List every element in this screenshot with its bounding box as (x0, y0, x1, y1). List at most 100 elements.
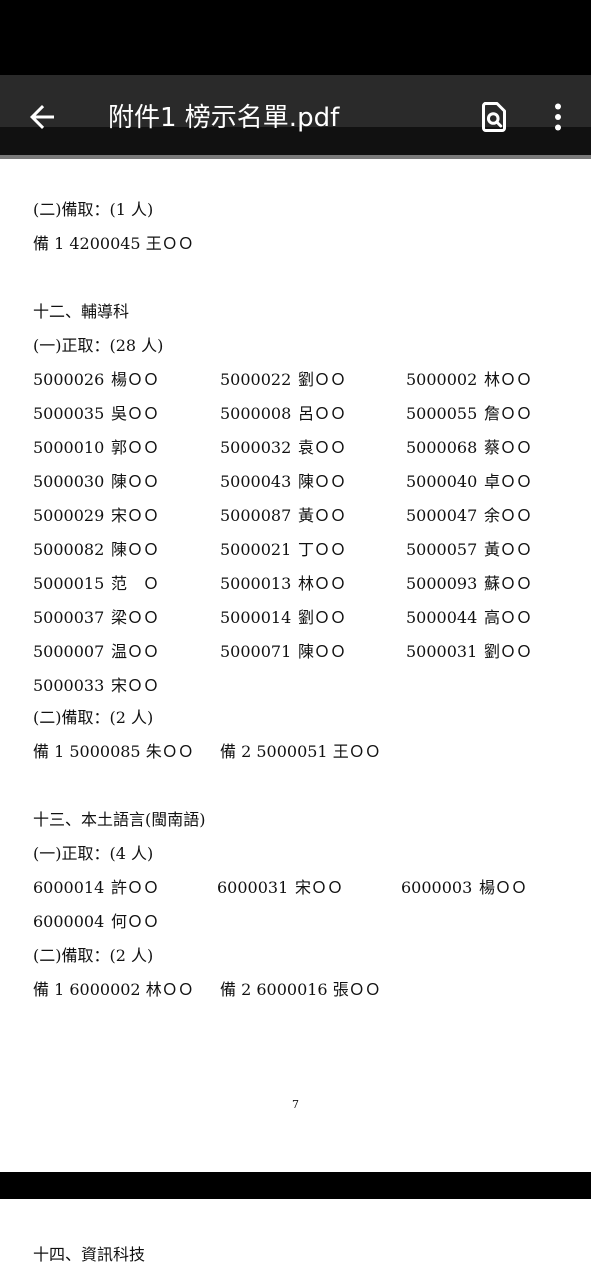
status-bar (0, 0, 591, 75)
admit-entry: 5000029 宋ＯＯ (33, 506, 159, 526)
admit-entry: 5000032 袁ＯＯ (220, 438, 346, 458)
entry-name: 詹ＯＯ (484, 404, 533, 423)
entry-name: 温ＯＯ (111, 642, 160, 661)
entry-id: 6000031 (217, 878, 289, 897)
entry-id: 5000047 (406, 506, 478, 525)
entry-id: 5000071 (220, 642, 292, 661)
pdf-page-7[interactable]: (二)備取：(1 人) 備 1 4200045 王ＯＯ 十二、輔導科 (一)正取… (0, 159, 591, 1172)
backup-entry: 備 2 5000051 王ＯＯ (220, 742, 381, 761)
section-heading: 十四、資訊科技 (33, 1245, 146, 1264)
entry-name: 卓ＯＯ (484, 472, 533, 491)
entry-name: 宋ＯＯ (111, 676, 160, 695)
entry-name: 林ＯＯ (484, 370, 533, 389)
entry-name: 陳ＯＯ (298, 642, 347, 661)
entry-id: 5000037 (33, 608, 105, 627)
more-vert-icon (555, 103, 561, 131)
entry-name: 袁ＯＯ (298, 438, 347, 457)
app-bar: 附件1 榜示名單.pdf (0, 75, 591, 155)
admit-entry: 5000002 林ＯＯ (406, 370, 532, 390)
entry-name: 陳ＯＯ (111, 540, 160, 559)
entry-name: 黃ＯＯ (298, 506, 347, 525)
entry-name: 陳ＯＯ (298, 472, 347, 491)
search-in-document-button[interactable] (476, 99, 512, 135)
section-heading: 十二、輔導科 (33, 302, 130, 321)
entry-id: 5000035 (33, 404, 105, 423)
entry-id: 5000002 (406, 370, 478, 389)
entry-name: 陳ＯＯ (111, 472, 160, 491)
admit-entry: 5000071 陳ＯＯ (220, 642, 346, 662)
entry-id: 5000055 (406, 404, 478, 423)
backup-heading: (二)備取：(1 人) (33, 200, 154, 219)
page-number: 7 (292, 1098, 299, 1111)
entry-name: 許ＯＯ (111, 878, 160, 897)
entry-id: 5000040 (406, 472, 478, 491)
admit-heading: (一)正取：(4 人) (33, 844, 154, 863)
admit-entry: 5000007 温ＯＯ (33, 642, 159, 662)
entry-id: 5000029 (33, 506, 105, 525)
admit-entry: 6000014 許ＯＯ (33, 878, 159, 898)
page-separator (0, 1172, 591, 1199)
entry-id: 5000082 (33, 540, 105, 559)
entry-id: 5000044 (406, 608, 478, 627)
entry-name: 楊ＯＯ (479, 878, 528, 897)
entry-id: 5000087 (220, 506, 292, 525)
entry-id: 6000014 (33, 878, 105, 897)
entry-id: 5000026 (33, 370, 105, 389)
admit-entry: 5000047 余ＯＯ (406, 506, 532, 526)
entry-id: 5000007 (33, 642, 105, 661)
admit-entry: 5000010 郭ＯＯ (33, 438, 159, 458)
admit-entry: 5000031 劉ＯＯ (406, 642, 532, 662)
entry-name: 劉ＯＯ (298, 608, 347, 627)
entry-id: 5000010 (33, 438, 105, 457)
entry-name: 高ＯＯ (484, 608, 533, 627)
search-in-document-icon (482, 102, 506, 132)
entry-id: 5000093 (406, 574, 478, 593)
entry-name: 梁ＯＯ (111, 608, 160, 627)
admit-entry: 5000013 林ＯＯ (220, 574, 346, 594)
entry-id: 5000043 (220, 472, 292, 491)
admit-entry: 5000021 丁ＯＯ (220, 540, 346, 560)
entry-id: 5000008 (220, 404, 292, 423)
admit-entry: 5000033 宋ＯＯ (33, 676, 159, 696)
entry-name: 范 Ｏ (111, 574, 160, 593)
backup-heading: (二)備取：(2 人) (33, 708, 154, 727)
backup-entry: 備 1 5000085 朱ＯＯ (33, 742, 194, 761)
admit-entry: 5000022 劉ＯＯ (220, 370, 346, 390)
entry-name: 余ＯＯ (484, 506, 533, 525)
admit-entry: 5000008 呂ＯＯ (220, 404, 346, 424)
admit-entry: 5000082 陳ＯＯ (33, 540, 159, 560)
entry-id: 5000030 (33, 472, 105, 491)
entry-name: 宋ＯＯ (111, 506, 160, 525)
document-title: 附件1 榜示名單.pdf (108, 103, 340, 133)
more-options-button[interactable] (540, 99, 576, 135)
admit-entry: 5000030 陳ＯＯ (33, 472, 159, 492)
admit-entry: 5000093 蘇ＯＯ (406, 574, 532, 594)
admit-entry: 5000043 陳ＯＯ (220, 472, 346, 492)
pdf-page-8[interactable]: 十四、資訊科技 (0, 1199, 591, 1280)
entry-name: 劉ＯＯ (484, 642, 533, 661)
backup-entry: 備 2 6000016 張ＯＯ (220, 980, 381, 999)
entry-name: 劉ＯＯ (298, 370, 347, 389)
admit-entry: 5000040 卓ＯＯ (406, 472, 532, 492)
entry-id: 5000031 (406, 642, 478, 661)
entry-name: 宋ＯＯ (295, 878, 344, 897)
entry-id: 5000057 (406, 540, 478, 559)
entry-name: 丁ＯＯ (298, 540, 347, 559)
admit-entry: 5000068 蔡ＯＯ (406, 438, 532, 458)
admit-entry: 5000055 詹ＯＯ (406, 404, 532, 424)
entry-name: 呂ＯＯ (298, 404, 347, 423)
entry-id: 5000068 (406, 438, 478, 457)
entry-id: 5000033 (33, 676, 105, 695)
entry-name: 郭ＯＯ (111, 438, 160, 457)
admit-entry: 5000026 楊ＯＯ (33, 370, 159, 390)
entry-name: 何ＯＯ (111, 912, 160, 931)
section-heading: 十三、本土語言(閩南語) (33, 810, 206, 829)
entry-id: 5000015 (33, 574, 105, 593)
admit-entry: 5000014 劉ＯＯ (220, 608, 346, 628)
back-button[interactable] (24, 99, 60, 135)
arrow-back-icon (30, 105, 54, 129)
admit-entry: 5000015 范 Ｏ (33, 574, 159, 594)
entry-id: 5000022 (220, 370, 292, 389)
admit-entry: 6000003 楊ＯＯ (401, 878, 527, 898)
admit-entry: 6000004 何ＯＯ (33, 912, 159, 932)
